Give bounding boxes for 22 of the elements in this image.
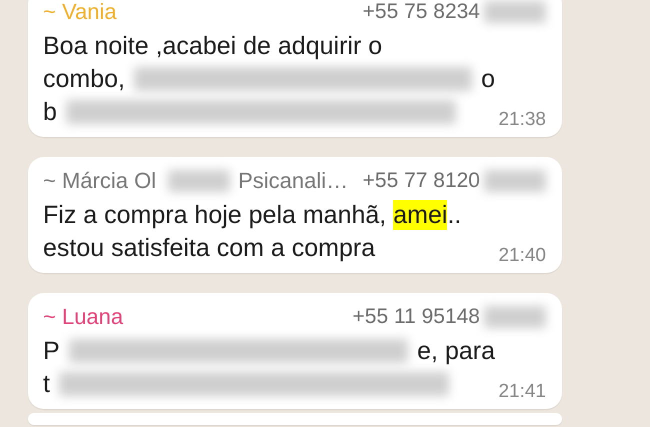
- blurred-text: [168, 170, 230, 192]
- message-text: ..: [447, 200, 462, 230]
- phone-number: +55 77 8120: [362, 169, 480, 193]
- message-text: b: [43, 97, 57, 127]
- sender-name: Psicanali…: [238, 167, 348, 195]
- message-text: o: [481, 64, 495, 94]
- phone-number: +55 11 95148: [352, 305, 480, 329]
- message-text: t: [43, 369, 50, 399]
- message-text: estou satisfeita com a compra: [43, 233, 376, 263]
- message-time: 21:41: [498, 381, 546, 403]
- highlighted-text: amei: [393, 200, 448, 230]
- phone-number: +55 75 8234: [362, 0, 480, 24]
- sender-name: ~ Luana: [43, 303, 124, 331]
- sender-name: ~ Márcia Ol: [43, 167, 156, 195]
- message-text: Fiz a compra hoje pela manhã,: [43, 200, 386, 230]
- message-text: P: [43, 336, 60, 366]
- message-text: e, para: [417, 336, 495, 366]
- message-text: combo,: [43, 64, 125, 94]
- message-text: Boa noite ,acabei de adquirir o: [43, 31, 382, 61]
- message-time: 21:40: [498, 245, 546, 267]
- sender-name: ~ Vania: [43, 0, 117, 26]
- message-time: 21:38: [498, 109, 546, 131]
